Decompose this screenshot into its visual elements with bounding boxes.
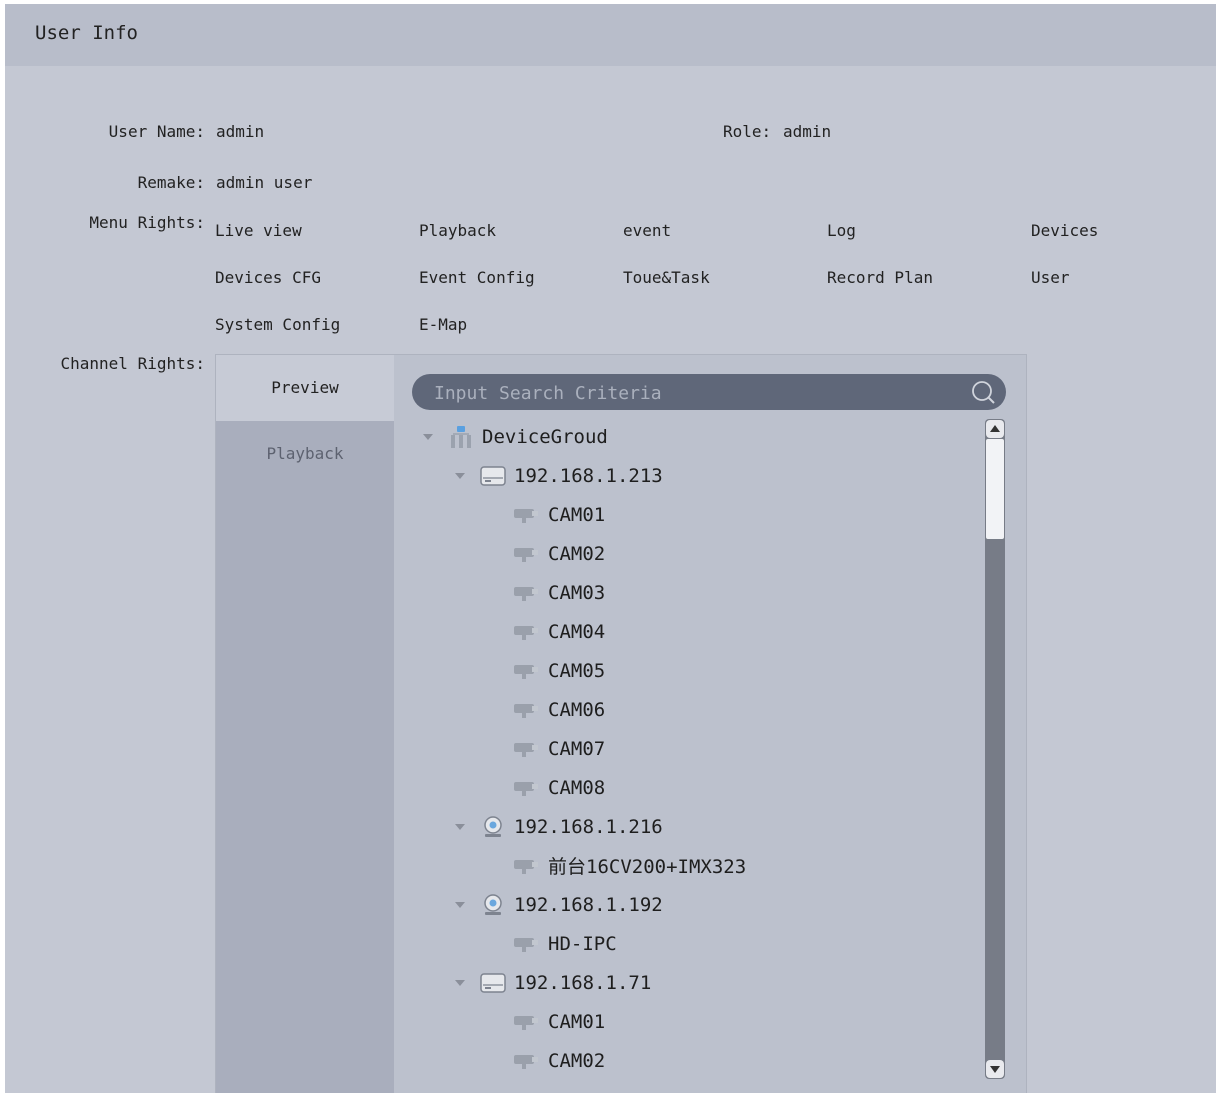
user-info-window: User Info User Name: admin Role: admin R… [5,4,1216,1093]
tree-node[interactable]: 192.168.1.71 [454,963,651,1002]
expand-arrow-icon[interactable] [422,431,434,443]
tree-node-label: 前台16CV200+IMX323 [548,856,747,878]
tree-node[interactable]: 192.168.1.216 [454,807,663,846]
tab-playback[interactable]: Playback [216,421,394,487]
channel-rights-panel: Preview Playback DeviceGroud [215,354,1027,1093]
device-group-icon [451,425,471,448]
tree-node[interactable]: HD-IPC [512,924,617,963]
menu-right-event[interactable]: event [623,221,671,240]
nvr-icon [480,972,506,993]
arrow-up-icon [990,425,1000,432]
tree-node[interactable]: 192.168.1.213 [454,456,663,495]
tree-node[interactable]: 前台16CV200+IMX323 [512,846,746,885]
tree-node[interactable]: CAM07 [512,729,605,768]
device-tree: DeviceGroud 192.168.1.213 CAM01 CAM02 CA… [412,417,982,1093]
role-label: Role: [723,122,772,141]
arrow-down-icon [990,1066,1000,1073]
camera-icon [514,508,538,523]
camera-icon [514,586,538,601]
camera-icon [514,1015,538,1030]
expand-arrow-icon[interactable] [454,899,466,911]
remark-label: Remake: [137,173,205,192]
role-value: admin [783,122,832,141]
tree-node-label: CAM06 [548,698,606,721]
nvr-icon [480,465,506,486]
user-name-label: User Name: [108,122,205,141]
tree-node[interactable]: CAM02 [512,534,605,573]
menu-rights-label: Menu Rights: [89,213,205,232]
tree-node-label: DeviceGroud [482,425,608,448]
tree-node-label: 192.168.1.71 [514,971,652,994]
tree-node-label: CAM01 [548,1010,606,1033]
search-box [412,374,1006,410]
menu-right-event-config[interactable]: Event Config [419,268,535,287]
search-input[interactable] [432,378,956,408]
expand-arrow-icon[interactable] [454,470,466,482]
tab-preview[interactable]: Preview [216,355,394,421]
tree-node[interactable]: CAM01 [512,495,605,534]
scroll-thumb[interactable] [986,439,1004,539]
tree-node[interactable]: CAM04 [512,612,605,651]
menu-right-live-view[interactable]: Live view [215,221,302,240]
tree-node-label: CAM03 [548,581,606,604]
tree-node[interactable]: CAM06 [512,690,605,729]
camera-icon [514,742,538,757]
camera-icon [514,859,538,874]
camera-icon [514,937,538,952]
camera-icon [514,625,538,640]
menu-right-e-map[interactable]: E-Map [419,315,467,334]
ipc-icon [484,815,502,837]
search-icon[interactable] [970,379,996,405]
user-name-value: admin [216,122,265,141]
menu-right-log[interactable]: Log [827,221,856,240]
tree-node-label: CAM08 [548,776,606,799]
menu-right-devices-cfg[interactable]: Devices CFG [215,268,321,287]
camera-icon [514,703,538,718]
tree-node[interactable]: DeviceGroud [422,417,608,456]
menu-right-record-plan[interactable]: Record Plan [827,268,933,287]
channel-tabs: Preview Playback [216,355,394,1093]
camera-icon [514,781,538,796]
menu-right-tour-task[interactable]: Toue&Task [623,268,710,287]
tree-scrollbar[interactable] [985,419,1005,1079]
tree-node[interactable]: 192.168.1.192 [454,885,663,924]
title-bar: User Info [5,4,1216,66]
tree-node-label: 192.168.1.192 [514,893,663,916]
tree-node[interactable]: CAM01 [512,1002,605,1041]
window-title: User Info [35,22,138,44]
camera-icon [514,547,538,562]
tree-node-label: CAM04 [548,620,606,643]
menu-right-playback[interactable]: Playback [419,221,496,240]
tree-node[interactable]: CAM02 [512,1041,605,1080]
tree-node[interactable]: CAM03 [512,573,605,612]
menu-right-user[interactable]: User [1031,268,1070,287]
tree-node-label: HD-IPC [548,932,617,955]
tree-node-label: CAM02 [548,542,606,565]
tree-node-label: CAM02 [548,1049,606,1072]
menu-right-devices[interactable]: Devices [1031,221,1098,240]
expand-arrow-icon[interactable] [454,821,466,833]
ipc-icon [484,893,502,915]
camera-icon [514,664,538,679]
scroll-down-button[interactable] [986,1060,1004,1078]
tree-node-label: 192.168.1.216 [514,815,663,838]
tree-node-label: CAM01 [548,503,606,526]
tree-node-label: CAM07 [548,737,606,760]
menu-right-system-config[interactable]: System Config [215,315,340,334]
tree-node-label: CAM05 [548,659,606,682]
tree-node[interactable]: CAM08 [512,768,605,807]
channel-rights-label: Channel Rights: [60,354,206,373]
camera-icon [514,1054,538,1069]
scroll-up-button[interactable] [986,420,1004,438]
remark-value: admin user [216,173,313,192]
tree-node[interactable]: CAM05 [512,651,605,690]
expand-arrow-icon[interactable] [454,977,466,989]
tree-node-label: 192.168.1.213 [514,464,663,487]
